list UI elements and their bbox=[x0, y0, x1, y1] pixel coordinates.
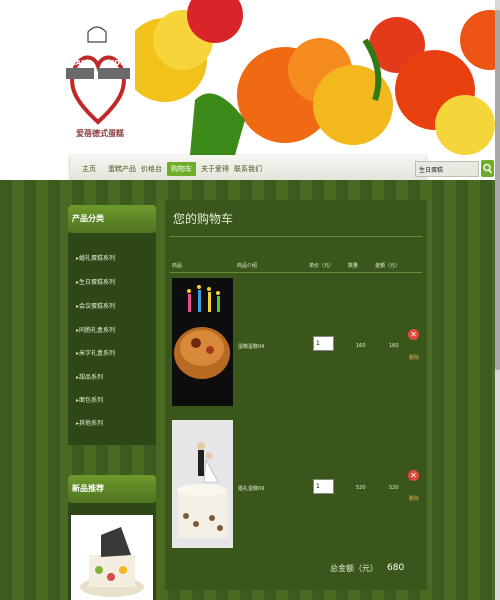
total-value: 680 bbox=[387, 563, 405, 573]
logo-caption: 爱蓓德式蛋糕 bbox=[76, 128, 124, 138]
nav-item-products[interactable]: 蛋糕产品 bbox=[104, 162, 140, 176]
category-item[interactable]: 甜品系列 bbox=[76, 372, 103, 381]
logo-text-cake: CAKE bbox=[70, 59, 92, 67]
featured-cake-image[interactable] bbox=[71, 515, 153, 600]
delete-link[interactable]: 删除 bbox=[409, 495, 419, 502]
search-button[interactable] bbox=[481, 160, 494, 177]
column-header-product: 商品 bbox=[172, 263, 183, 269]
category-item[interactable]: 面包系列 bbox=[76, 395, 103, 404]
column-header-quantity: 数量 bbox=[348, 263, 359, 269]
divider bbox=[170, 236, 422, 237]
total-label: 总金额（元） bbox=[330, 564, 378, 573]
category-item[interactable]: 婚礼蛋糕系列 bbox=[76, 253, 115, 262]
product-name: 婚礼蛋糕09 bbox=[238, 486, 265, 492]
category-item[interactable]: 米字礼盒系列 bbox=[76, 348, 115, 357]
nav-item-prices[interactable]: 价格台 bbox=[137, 162, 166, 176]
unit-price: 520 bbox=[356, 485, 366, 491]
column-header-amount: 金额（元） bbox=[375, 263, 401, 269]
search-icon bbox=[483, 163, 493, 174]
search-input[interactable] bbox=[415, 161, 479, 177]
page-scrollbar[interactable] bbox=[495, 0, 500, 600]
flower-banner-image bbox=[135, 0, 500, 155]
nav-item-about[interactable]: 关于爱得 bbox=[197, 162, 233, 176]
nav-item-cart[interactable]: 购物车 bbox=[167, 162, 196, 176]
quantity-input[interactable] bbox=[313, 336, 334, 351]
category-item[interactable]: 生日蛋糕系列 bbox=[76, 277, 115, 286]
featured-heading: 新品推荐 bbox=[68, 475, 156, 503]
logo-text-aidei: AIDEI bbox=[106, 59, 128, 67]
column-header-intro: 商品介绍 bbox=[237, 263, 258, 269]
main-nav: 主页 蛋糕产品 价格台 购物车 关于爱得 联系我们 bbox=[70, 155, 494, 180]
category-item[interactable]: 同胞礼盒系列 bbox=[76, 325, 115, 334]
category-item[interactable]: 会议蛋糕系列 bbox=[76, 301, 115, 310]
category-heading: 产品分类 bbox=[68, 205, 156, 233]
column-header-unit-price: 单价（元） bbox=[309, 263, 335, 269]
unit-price: 160 bbox=[356, 343, 366, 349]
divider bbox=[170, 272, 422, 273]
nav-item-home[interactable]: 主页 bbox=[78, 162, 100, 176]
nav-item-contact[interactable]: 联系我们 bbox=[230, 162, 266, 176]
scrollbar-thumb[interactable] bbox=[495, 10, 500, 370]
product-image-birthday-cake[interactable] bbox=[172, 278, 233, 406]
heart-logo[interactable] bbox=[66, 12, 130, 140]
delete-icon[interactable]: ✕ bbox=[408, 470, 419, 481]
page-title: 您的购物车 bbox=[173, 212, 234, 226]
product-image-wedding-cake[interactable] bbox=[172, 420, 233, 548]
item-amount: 160 bbox=[389, 343, 399, 349]
category-item[interactable]: 其他系列 bbox=[76, 418, 103, 427]
site-header: CAKE AIDEI 爱蓓德式蛋糕 主页 蛋糕产品 价格台 购物车 关于爱得 联… bbox=[0, 0, 500, 180]
product-name: 蛋糕蛋糕04 bbox=[238, 344, 265, 350]
delete-link[interactable]: 删除 bbox=[409, 354, 419, 361]
delete-icon[interactable]: ✕ bbox=[408, 329, 419, 340]
item-amount: 520 bbox=[389, 485, 399, 491]
quantity-input[interactable] bbox=[313, 479, 334, 494]
